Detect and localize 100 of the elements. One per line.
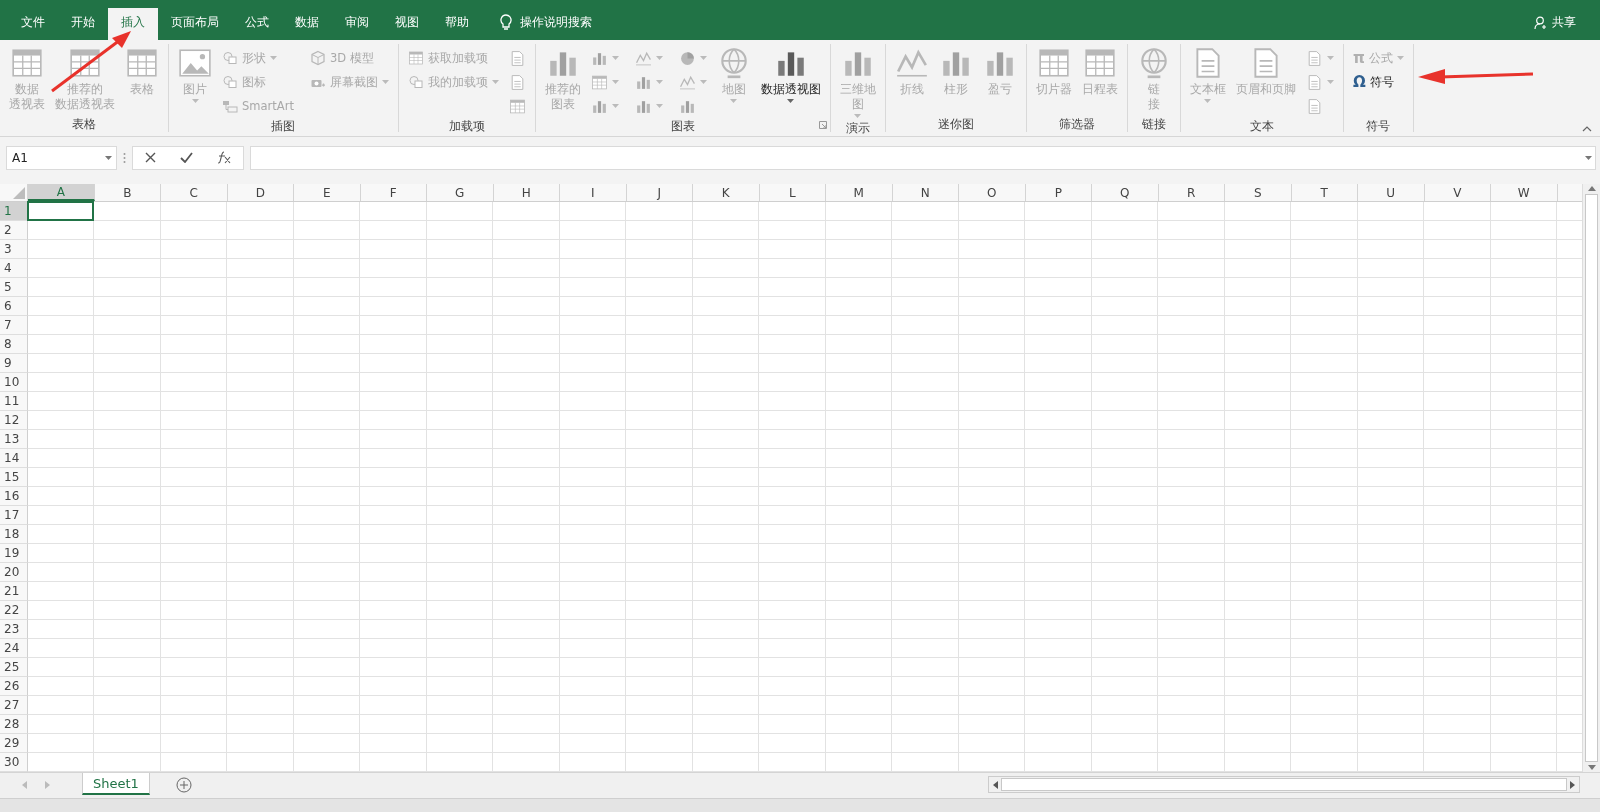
group-label: 迷你图 xyxy=(937,116,974,132)
ribbon-button[interactable]: Ω 符号 xyxy=(1349,70,1407,94)
column-header[interactable]: H xyxy=(493,184,560,201)
tell-me-button[interactable]: 操作说明搜索 xyxy=(494,8,598,40)
column-header[interactable]: V xyxy=(1424,184,1491,201)
row-header[interactable]: 29 xyxy=(0,734,28,753)
column-header[interactable]: F xyxy=(360,184,427,201)
row-header[interactable]: 1 xyxy=(0,202,28,221)
caret-icon xyxy=(1585,155,1592,160)
table-icon xyxy=(10,46,44,80)
menu-tab[interactable]: 视图 xyxy=(382,8,432,40)
dialog-launcher-icon[interactable] xyxy=(818,121,827,129)
column-header[interactable]: R xyxy=(1158,184,1225,201)
row-header[interactable]: 27 xyxy=(0,696,28,715)
row-header[interactable]: 5 xyxy=(0,278,28,297)
row-header[interactable]: 21 xyxy=(0,582,28,601)
row-header[interactable]: 17 xyxy=(0,506,28,525)
row-header[interactable]: 19 xyxy=(0,544,28,563)
menu-tab[interactable]: 帮助 xyxy=(432,8,482,40)
column-header[interactable]: M xyxy=(826,184,893,201)
cube-icon xyxy=(309,50,326,66)
row-header[interactable]: 28 xyxy=(0,715,28,734)
row-header[interactable]: 16 xyxy=(0,487,28,506)
column-header[interactable]: O xyxy=(959,184,1026,201)
row-header[interactable]: 23 xyxy=(0,620,28,639)
table-icon xyxy=(590,73,608,91)
cancel-icon[interactable] xyxy=(145,152,156,163)
table-icon xyxy=(508,97,526,115)
group-label: 插图 xyxy=(271,118,296,134)
row-header[interactable]: 8 xyxy=(0,335,28,354)
menu-tab[interactable]: 数据 xyxy=(282,8,332,40)
row-header[interactable]: 4 xyxy=(0,259,28,278)
line-chart-icon xyxy=(678,73,696,91)
row-header[interactable]: 15 xyxy=(0,468,28,487)
column-header[interactable]: L xyxy=(759,184,826,201)
pie-chart-icon xyxy=(678,49,696,67)
select-all-icon[interactable] xyxy=(13,187,25,199)
column-header[interactable]: B xyxy=(94,184,161,201)
row-header[interactable]: 2 xyxy=(0,221,28,240)
menu-tab[interactable]: 开始 xyxy=(58,8,108,40)
table-icon xyxy=(1082,46,1117,80)
column-header[interactable]: S xyxy=(1225,184,1292,201)
scroll-left-icon[interactable] xyxy=(993,780,998,789)
formula-input[interactable] xyxy=(250,145,1596,170)
row-header[interactable]: 6 xyxy=(0,297,28,316)
row-header[interactable]: 10 xyxy=(0,373,28,392)
function-icon[interactable] xyxy=(217,151,231,164)
row-header[interactable]: 30 xyxy=(0,753,28,772)
group-label: 筛选器 xyxy=(1058,116,1095,132)
row-header[interactable]: 14 xyxy=(0,449,28,468)
row-header[interactable]: 22 xyxy=(0,601,28,620)
row-header[interactable]: 9 xyxy=(0,354,28,373)
menu-tab[interactable]: 审阅 xyxy=(332,8,382,40)
row-header[interactable]: 18 xyxy=(0,525,28,544)
chevron-up-icon[interactable] xyxy=(1582,126,1592,132)
row-header[interactable]: 26 xyxy=(0,677,28,696)
row-header[interactable]: 13 xyxy=(0,430,28,449)
column-header[interactable]: E xyxy=(294,184,361,201)
row-header[interactable]: 11 xyxy=(0,392,28,411)
row-header[interactable]: 7 xyxy=(0,316,28,335)
column-header[interactable]: N xyxy=(892,184,959,201)
column-header[interactable]: G xyxy=(427,184,494,201)
scroll-right-icon[interactable] xyxy=(1570,780,1575,789)
menu-tab[interactable]: 插入 xyxy=(108,8,158,40)
sheet-tab[interactable]: Sheet1 xyxy=(82,773,150,795)
column-header[interactable]: D xyxy=(227,184,294,201)
column-header[interactable]: K xyxy=(693,184,760,201)
row-header[interactable]: 20 xyxy=(0,563,28,582)
group-label: 表格 xyxy=(72,116,96,132)
column-header[interactable]: C xyxy=(161,184,228,201)
scroll-up-icon[interactable] xyxy=(1587,186,1596,191)
splitter-icon[interactable] xyxy=(123,151,126,164)
column-header[interactable]: P xyxy=(1025,184,1092,201)
checkmark-icon[interactable] xyxy=(180,152,193,163)
horizontal-scrollbar[interactable] xyxy=(988,776,1580,793)
ribbon-button[interactable]: 数据透视图 xyxy=(757,44,824,105)
vertical-scrollbar[interactable] xyxy=(1582,184,1600,772)
column-header[interactable]: W xyxy=(1491,184,1558,201)
share-button[interactable]: 共享 xyxy=(1528,8,1582,40)
name-box[interactable]: A1 xyxy=(6,145,117,170)
row-header[interactable]: 3 xyxy=(0,240,28,259)
menu-tab[interactable]: 公式 xyxy=(232,8,282,40)
column-header[interactable]: A xyxy=(28,184,95,201)
lightbulb-icon xyxy=(500,14,512,31)
menu-tab[interactable]: 页面布局 xyxy=(158,8,232,40)
picture-icon xyxy=(178,46,212,80)
caret-icon xyxy=(105,155,112,160)
active-cell[interactable] xyxy=(27,201,94,221)
column-header[interactable]: J xyxy=(626,184,693,201)
row-header[interactable]: 25 xyxy=(0,658,28,677)
add-sheet-icon[interactable] xyxy=(175,777,192,793)
row-header[interactable]: 12 xyxy=(0,411,28,430)
column-header[interactable]: U xyxy=(1358,184,1425,201)
scroll-down-icon[interactable] xyxy=(1587,765,1596,770)
table-icon xyxy=(125,46,159,80)
menu-tab[interactable]: 文件 xyxy=(8,8,58,40)
column-header[interactable]: T xyxy=(1291,184,1358,201)
column-header[interactable]: Q xyxy=(1092,184,1159,201)
row-header[interactable]: 24 xyxy=(0,639,28,658)
column-header[interactable]: I xyxy=(560,184,627,201)
